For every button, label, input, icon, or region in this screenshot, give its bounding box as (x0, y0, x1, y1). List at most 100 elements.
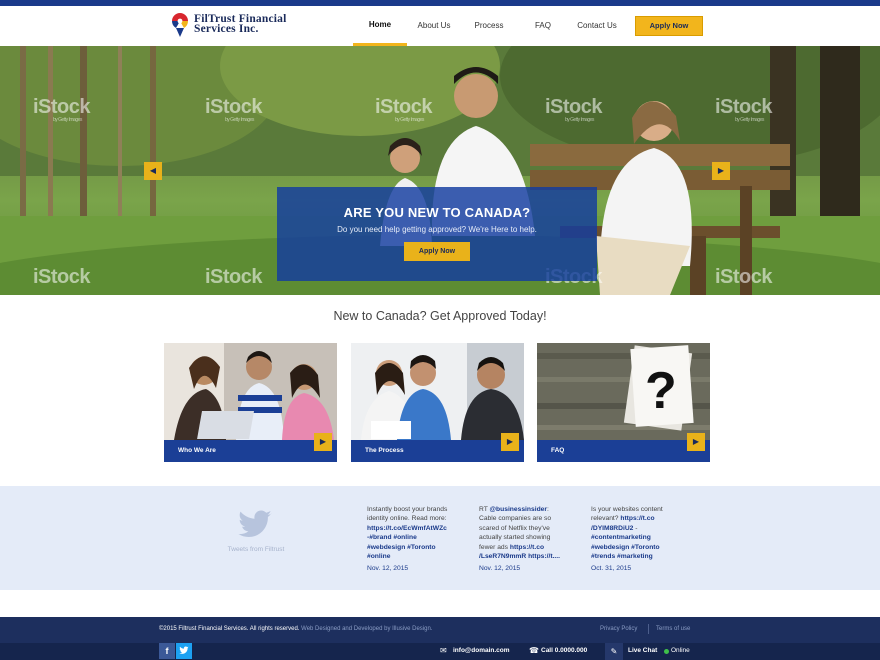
tweet-text: /DYIM8RDiU2 - (591, 524, 638, 532)
nav-contact-us[interactable]: Contact Us (575, 6, 619, 46)
tweet-hashtag[interactable]: #webdesign #Toronto (591, 543, 683, 552)
online-status-dot (664, 649, 669, 654)
card-label: The Process (365, 447, 404, 454)
tweet-link[interactable]: https://t.co (510, 544, 544, 551)
nav-process[interactable]: Process (467, 6, 511, 46)
tweet-text: /LseR7N9mmR https://t.... (479, 552, 571, 561)
watermark-text: iStock (715, 96, 773, 118)
contact-email-link[interactable]: info@domain.com (453, 647, 510, 654)
watermark-text: iStock (33, 96, 91, 118)
tweet-date[interactable]: Nov. 12, 2015 (479, 564, 571, 573)
tweet-1: Instantly boost your brands identity onl… (367, 505, 459, 574)
facebook-icon[interactable]: f (159, 643, 175, 659)
tweet-2: RT @businessinsider: Cable companies are… (479, 505, 571, 574)
istock-watermark: iStock (205, 266, 263, 289)
terms-of-use-link[interactable]: Terms of use (656, 626, 690, 632)
tweet-text: RT @businessinsider: (479, 506, 549, 513)
tweet-3: Is your websites content relevant? https… (591, 505, 683, 574)
tweet-text: Is your websites content (591, 506, 663, 513)
card-the-process[interactable]: The Process ▶ (351, 343, 524, 462)
tweet-text: relevant? (591, 515, 619, 523)
envelope-icon: ✉ (440, 646, 447, 655)
svg-text:?: ? (645, 362, 677, 420)
hero-apply-now-button[interactable]: Apply Now (404, 242, 470, 261)
site-footer: ©2015 Filtrust Financial Services. All r… (0, 617, 880, 643)
tweet-hashtag[interactable]: #contentmarketing (591, 533, 683, 542)
card-label: Who We Are (178, 447, 216, 454)
footer-divider (648, 624, 649, 634)
tweet-text: fewer ads (479, 543, 508, 551)
copyright: ©2015 Filtrust Financial Services. All r… (159, 626, 432, 632)
istock-watermark: iStock by Getty Images (545, 96, 603, 123)
hero-title: ARE YOU NEW TO CANADA? (343, 205, 531, 220)
card-photo (164, 343, 337, 440)
watermark-text: iStock (715, 266, 773, 288)
phone-icon: ☎ (529, 646, 539, 655)
tweet-prefix: RT (479, 506, 490, 513)
tweet-date[interactable]: Oct. 31, 2015 (591, 564, 683, 573)
contact-phone-link[interactable]: Call 0.0000.000 (541, 647, 587, 654)
bottom-contact-bar: f ✉ info@domain.com ☎ Call 0.0000.000 ✎ … (0, 643, 880, 660)
tweet-hashtag[interactable]: -#brand #online (367, 533, 459, 542)
tweet-link[interactable]: /LseR7N9mmR (479, 553, 526, 560)
designer-credit-link[interactable]: Web Designed and Developed by Illusive D… (301, 626, 432, 632)
watermark-text: iStock (545, 96, 603, 118)
card-faq[interactable]: ? FAQ ▶ (537, 343, 710, 462)
istock-watermark: iStock (715, 266, 773, 289)
watermark-text: iStock (375, 96, 433, 118)
tweet-text: scared of Netflix they've (479, 524, 550, 532)
istock-watermark: iStock by Getty Images (375, 96, 433, 123)
watermark-text: iStock (205, 96, 263, 118)
section-tagline: New to Canada? Get Approved Today! (333, 309, 547, 323)
tweet-text: Instantly boost your brands (367, 506, 448, 513)
card-arrow-button[interactable]: ▶ (501, 433, 519, 451)
istock-watermark: iStock by Getty Images (33, 96, 91, 123)
card-arrow-button[interactable]: ▶ (687, 433, 705, 451)
istock-watermark: iStock by Getty Images (205, 96, 263, 123)
chat-bubble-icon[interactable]: ✎ (605, 643, 623, 660)
tweet-date[interactable]: Nov. 12, 2015 (367, 564, 459, 573)
twitter-icon[interactable] (176, 643, 192, 659)
tweet-hashtag[interactable]: #trends #marketing (591, 552, 683, 561)
twitter-bird-icon (179, 646, 189, 654)
slider-next-button[interactable]: ▶ (712, 162, 730, 180)
hero-slider: iStock by Getty Images iStock by Getty Ima… (0, 46, 880, 295)
tweets-section: Tweets from Filtrust Instantly boost you… (0, 486, 880, 590)
online-status-text: Online (671, 647, 690, 654)
site-header: FilTrust Financial Services Inc. Home Ab… (0, 6, 880, 46)
card-photo: ? (537, 343, 710, 440)
tweet-hashtag[interactable]: #webdesign #Toronto (367, 543, 459, 552)
tweet-handle[interactable]: @businessinsider (490, 506, 547, 513)
chevron-right-icon: ▶ (319, 437, 327, 446)
logo[interactable]: FilTrust Financial Services Inc. (171, 12, 311, 40)
logo-text: FilTrust Financial Services Inc. (194, 13, 287, 35)
live-chat-link[interactable]: Live Chat (628, 647, 657, 654)
chevron-right-icon: ▶ (717, 166, 725, 175)
tweet-hashtag[interactable]: #online (367, 552, 459, 561)
copyright-text: ©2015 Filtrust Financial Services. All r… (159, 626, 300, 632)
tweet-link[interactable]: /DYIM8RDiU2 (591, 525, 633, 532)
tweet-text: identity online. Read more: (367, 515, 447, 523)
nav-home[interactable]: Home (353, 6, 407, 46)
tweet-link[interactable]: https://t.co (620, 515, 654, 522)
istock-watermark: iStock by Getty Images (715, 96, 773, 123)
chevron-right-icon: ▶ (692, 437, 700, 446)
card-photo (351, 343, 524, 440)
privacy-policy-link[interactable]: Privacy Policy (600, 626, 637, 632)
logo-line-2: Services Inc. (194, 23, 259, 35)
slider-prev-button[interactable]: ◀ (144, 162, 162, 180)
tweet-text: actually started showing (479, 534, 551, 542)
tweet-link[interactable]: https://t.... (528, 553, 560, 560)
istock-watermark: iStock (33, 266, 91, 289)
card-arrow-button[interactable]: ▶ (314, 433, 332, 451)
tweet-link[interactable]: https://t.co/EcWmfAtWZc (367, 524, 459, 533)
twitter-bird-icon (238, 510, 272, 537)
nav-faq[interactable]: FAQ (529, 6, 557, 46)
tweets-widget-label: Tweets from Filtrust (227, 546, 285, 553)
nav-about-us[interactable]: About Us (411, 6, 457, 46)
apply-now-button[interactable]: Apply Now (635, 16, 703, 36)
card-who-we-are[interactable]: Who We Are ▶ (164, 343, 337, 462)
hero-subtitle: Do you need help getting approved? We're… (337, 225, 537, 234)
tweet-text: fewer ads https://t.co (479, 543, 571, 552)
tweet-text: Cable companies are so (479, 515, 552, 523)
